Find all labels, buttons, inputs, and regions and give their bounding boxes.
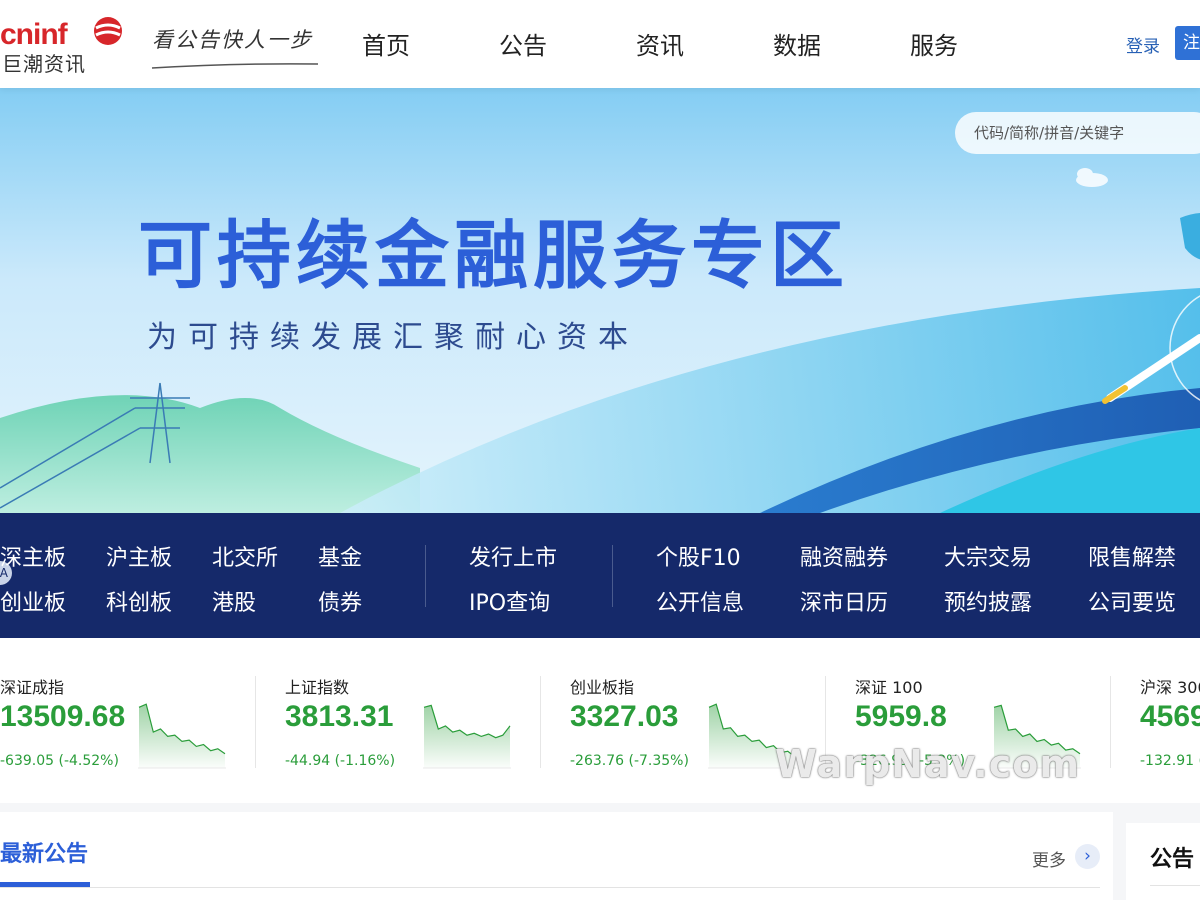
cninfo-logo[interactable]: cninf 巨潮资讯: [0, 12, 130, 76]
nav-news[interactable]: 资讯: [636, 26, 686, 61]
link-public-info[interactable]: 公开信息: [656, 585, 744, 617]
nav-services[interactable]: 服务: [910, 26, 960, 61]
announcements-side-panel: 公告: [1126, 823, 1200, 900]
nav-home[interactable]: 首页: [362, 26, 412, 61]
index-value: 5959.8: [855, 700, 947, 733]
index-value: 13509.68: [0, 700, 126, 733]
index-sparkline: [138, 703, 226, 769]
link-lockup-expiry[interactable]: 限售解禁: [1088, 540, 1176, 572]
index-card[interactable]: 沪深 300 4569 -132.91 (-2: [1140, 638, 1200, 788]
link-sz-main-board[interactable]: 深主板: [0, 540, 66, 572]
section-divider: [0, 887, 1100, 888]
latest-announcements-panel: 最新公告 更多 ›: [0, 812, 1113, 900]
index-separator: [1110, 676, 1111, 768]
index-change: -639.05 (-4.52%): [0, 753, 119, 769]
login-link[interactable]: 登录: [1126, 32, 1160, 57]
quick-links-bar: A 深主板 沪主板 北交所 基金 创业板 科创板 港股 债券 发行上市 IPO查…: [0, 513, 1200, 638]
index-name: 上证指数: [285, 678, 350, 697]
link-scheduled-disclosure[interactable]: 预约披露: [944, 585, 1032, 617]
more-link[interactable]: 更多: [1032, 846, 1066, 871]
main-nav: 首页 公告 资讯 数据 服务: [362, 26, 1047, 61]
index-name: 创业板指: [570, 678, 635, 697]
link-margin-trading[interactable]: 融资融券: [800, 540, 888, 572]
quickbar-divider: [612, 545, 613, 607]
index-card[interactable]: 上证指数 3813.31 -44.94 (-1.16%): [285, 638, 570, 788]
link-bse[interactable]: 北交所: [212, 540, 278, 572]
section-title[interactable]: 最新公告: [0, 836, 88, 868]
hero-banner[interactable]: 可持续金融服务专区 为可持续发展汇聚耐心资本: [0, 88, 1200, 513]
link-sh-main-board[interactable]: 沪主板: [106, 540, 172, 572]
index-change: -263.76 (-7.35%): [570, 753, 689, 769]
link-chinext[interactable]: 创业板: [0, 585, 66, 617]
link-funds[interactable]: 基金: [318, 540, 362, 572]
link-block-trade[interactable]: 大宗交易: [944, 540, 1032, 572]
nav-data[interactable]: 数据: [773, 26, 823, 61]
nav-announcements[interactable]: 公告: [499, 26, 549, 61]
link-ipo-query[interactable]: IPO查询: [469, 585, 550, 617]
index-name: 深证成指: [0, 678, 65, 697]
chevron-right-icon[interactable]: ›: [1075, 844, 1100, 869]
index-name: 深证 100: [855, 678, 923, 697]
index-sparkline: [423, 704, 511, 769]
site-header: cninf 巨潮资讯 看公告快人一步 首页 公告 资讯 数据 服务 登录 注: [0, 0, 1200, 88]
index-separator: [255, 676, 256, 768]
register-button[interactable]: 注: [1175, 26, 1200, 60]
slogan: 看公告快人一步: [150, 22, 320, 72]
index-change: -44.94 (-1.16%): [285, 753, 396, 769]
index-value: 4569: [1140, 700, 1200, 733]
link-bonds[interactable]: 债券: [318, 585, 362, 617]
index-value: 3327.03: [570, 700, 679, 733]
slogan-text: 看公告快人一步: [152, 28, 313, 52]
sparkline-area: [139, 704, 225, 768]
watermark-text: WarpNav.com: [775, 742, 1080, 786]
index-value: 3813.31: [285, 700, 394, 733]
logo-wordmark: cninf: [0, 18, 68, 51]
index-card[interactable]: 深证成指 13509.68 -639.05 (-4.52%): [0, 638, 285, 788]
quickbar-divider: [425, 545, 426, 607]
link-star-market[interactable]: 科创板: [106, 585, 172, 617]
slogan-underline: [151, 63, 319, 69]
link-company-overview[interactable]: 公司要览: [1088, 585, 1176, 617]
banner-title: 可持续金融服务专区: [138, 213, 849, 299]
link-hk-stocks[interactable]: 港股: [212, 585, 256, 617]
link-issuance-listing[interactable]: 发行上市: [469, 540, 557, 572]
banner-subtitle: 为可持续发展汇聚耐心资本: [147, 320, 639, 355]
side-panel-title: 公告: [1150, 847, 1195, 872]
link-sz-calendar[interactable]: 深市日历: [800, 585, 888, 617]
logo-chinese-name: 巨潮资讯: [2, 52, 86, 76]
side-panel-divider: [1150, 885, 1200, 886]
index-name: 沪深 300: [1140, 678, 1200, 697]
index-separator: [540, 676, 541, 768]
index-change: -132.91 (-2: [1140, 753, 1200, 769]
link-stock-f10[interactable]: 个股F10: [656, 540, 741, 572]
stock-search-input[interactable]: [955, 112, 1200, 154]
logo-mark-icon: [94, 17, 122, 45]
